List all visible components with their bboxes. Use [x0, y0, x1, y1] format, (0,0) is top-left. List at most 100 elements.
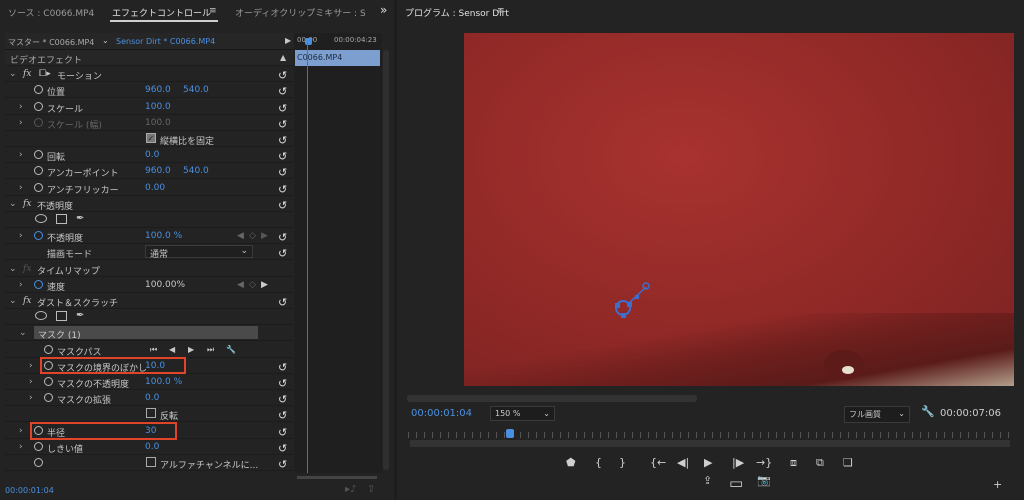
tab-effect-controls[interactable]: エフェクトコントロール	[112, 6, 211, 19]
sequence-clip-label[interactable]: Sensor Dirt * C0066.MP4	[116, 37, 215, 46]
mask-shape-handle[interactable]	[609, 278, 659, 323]
chevron-right-icon[interactable]: ›	[29, 361, 33, 371]
reset-icon[interactable]: ↺	[278, 458, 287, 471]
mask-header[interactable]: マスク (1)	[34, 326, 258, 341]
checkbox[interactable]	[146, 408, 156, 419]
property-value[interactable]: 100.0	[145, 102, 171, 112]
checkbox[interactable]	[146, 457, 156, 467]
property-value[interactable]: 960.0	[145, 85, 171, 95]
property-value[interactable]: 100.00%	[145, 280, 185, 290]
safe-margins-icon[interactable]: ▭	[729, 474, 743, 492]
zoom-select[interactable]: 150 % ⌄	[490, 406, 555, 421]
chevron-right-icon[interactable]: ›	[19, 280, 23, 290]
property-value[interactable]: 960.0	[145, 166, 171, 176]
step-forward-icon[interactable]: ▶	[188, 345, 194, 354]
chevron-down-icon[interactable]: ⌄	[102, 36, 109, 45]
add-button-icon[interactable]: +	[993, 478, 1002, 491]
reset-icon[interactable]: ↺	[278, 166, 287, 179]
master-clip-label[interactable]: マスター * C0066.MP4	[8, 37, 94, 48]
mark-out-icon[interactable]: }	[619, 456, 626, 469]
next-keyframe-icon[interactable]: ▶	[261, 231, 268, 241]
track-forward-icon[interactable]: ⏭	[207, 345, 214, 355]
reset-icon[interactable]: ↺	[278, 85, 287, 98]
wrench-icon[interactable]: 🔧	[921, 405, 935, 418]
tab-audio-clip-mixer[interactable]: オーディオクリップミキサー : Sen	[235, 6, 365, 19]
program-playhead[interactable]	[506, 429, 514, 438]
reset-icon[interactable]: ↺	[278, 377, 287, 390]
chevron-right-icon[interactable]: ›	[19, 442, 23, 452]
panel-menu-icon[interactable]: ≡	[497, 6, 505, 16]
rectangle-mask-icon[interactable]	[56, 214, 67, 224]
camera-icon[interactable]: 📷	[757, 474, 771, 487]
pen-mask-icon[interactable]: ✒	[76, 310, 84, 321]
chevron-right-icon[interactable]: ›	[19, 118, 23, 128]
step-backward-icon[interactable]: ◀	[169, 345, 175, 354]
property-value[interactable]: 100.0 %	[145, 231, 182, 241]
timeline-zoom-bar[interactable]	[297, 476, 377, 479]
reset-icon[interactable]: ↺	[278, 118, 287, 131]
reset-icon[interactable]: ↺	[278, 134, 287, 147]
zoom-scroll-bar[interactable]	[410, 440, 1010, 447]
scrollbar[interactable]	[383, 50, 389, 470]
reset-icon[interactable]: ↺	[278, 296, 287, 309]
add-keyframe-icon[interactable]: ◇	[249, 231, 256, 241]
chevron-down-icon[interactable]: ⌄	[19, 328, 27, 338]
track-backward-icon[interactable]: ⏮	[150, 345, 157, 355]
tab-source[interactable]: ソース : C0066.MP4	[8, 6, 94, 19]
stopwatch-icon[interactable]	[44, 393, 53, 403]
reset-icon[interactable]: ↺	[278, 247, 287, 260]
stopwatch-icon[interactable]	[34, 441, 43, 451]
chevron-down-icon[interactable]: ⌄	[9, 199, 17, 209]
step-back-icon[interactable]: ◀|	[677, 456, 689, 469]
reset-icon[interactable]: ↺	[278, 69, 287, 82]
audio-icon[interactable]: ▸♪	[345, 484, 356, 495]
reset-icon[interactable]: ↺	[278, 409, 287, 422]
effect-timeline[interactable]: 00:00 00:00:04:23 C0066.MP4	[294, 33, 382, 473]
prev-keyframe-icon[interactable]: ◀	[237, 280, 244, 290]
current-timecode[interactable]: 00:00:01:04	[5, 486, 54, 495]
lift-icon[interactable]: ⧈	[790, 456, 797, 470]
stopwatch-icon[interactable]	[34, 458, 43, 467]
program-timecode[interactable]: 00:00:01:04	[411, 408, 472, 419]
add-keyframe-icon[interactable]: ◇	[249, 280, 256, 290]
step-forward-icon[interactable]: |▶	[732, 456, 744, 469]
transform-icon[interactable]: ⧠▸	[39, 69, 51, 79]
export-icon[interactable]: ⇪	[367, 484, 375, 495]
chevron-right-icon[interactable]: ›	[19, 183, 23, 193]
time-ruler[interactable]	[408, 432, 1011, 438]
fx-toggle-icon[interactable]: fx	[23, 199, 31, 209]
go-to-out-icon[interactable]: →}	[756, 456, 772, 469]
play-arrow-icon[interactable]: ▶	[285, 36, 291, 45]
play-icon[interactable]: ▶	[704, 456, 712, 469]
reset-icon[interactable]: ↺	[278, 393, 287, 406]
horizontal-scrollbar[interactable]	[407, 395, 697, 402]
chevron-right-icon[interactable]: ›	[29, 393, 33, 403]
go-to-in-icon[interactable]: {←	[650, 456, 666, 469]
chevron-down-icon[interactable]: ⌄	[9, 264, 17, 274]
reset-icon[interactable]: ↺	[278, 426, 287, 439]
reset-icon[interactable]: ↺	[278, 442, 287, 455]
ellipse-mask-icon[interactable]	[35, 214, 47, 223]
chevron-down-icon[interactable]: ⌄	[9, 296, 17, 306]
checkbox[interactable]: ✓	[146, 133, 156, 143]
pen-mask-icon[interactable]: ✒	[76, 213, 84, 224]
quality-select[interactable]: フル画質 ⌄	[844, 406, 910, 423]
more-tabs-icon[interactable]: »	[380, 3, 387, 17]
fx-toggle-icon[interactable]: fx	[23, 264, 31, 274]
stopwatch-icon[interactable]	[34, 182, 43, 192]
reset-icon[interactable]: ↺	[278, 231, 287, 244]
property-value-2[interactable]: 540.0	[183, 85, 209, 95]
reset-icon[interactable]: ↺	[278, 199, 287, 212]
video-preview[interactable]	[464, 33, 1014, 386]
property-value[interactable]: 100.0 %	[145, 377, 182, 387]
stopwatch-icon[interactable]	[34, 117, 43, 127]
chevron-right-icon[interactable]: ›	[29, 377, 33, 387]
ellipse-mask-icon[interactable]	[35, 311, 47, 321]
property-value-2[interactable]: 540.0	[183, 166, 209, 176]
reset-icon[interactable]: ↺	[278, 361, 287, 374]
property-value[interactable]: 100.0	[145, 118, 171, 128]
blend-mode-select[interactable]: 通常 ⌄	[145, 245, 253, 260]
chevron-right-icon[interactable]: ›	[19, 231, 23, 241]
fx-toggle-icon[interactable]: fx	[23, 69, 31, 79]
export-frame-icon[interactable]: ⇪	[703, 474, 712, 487]
